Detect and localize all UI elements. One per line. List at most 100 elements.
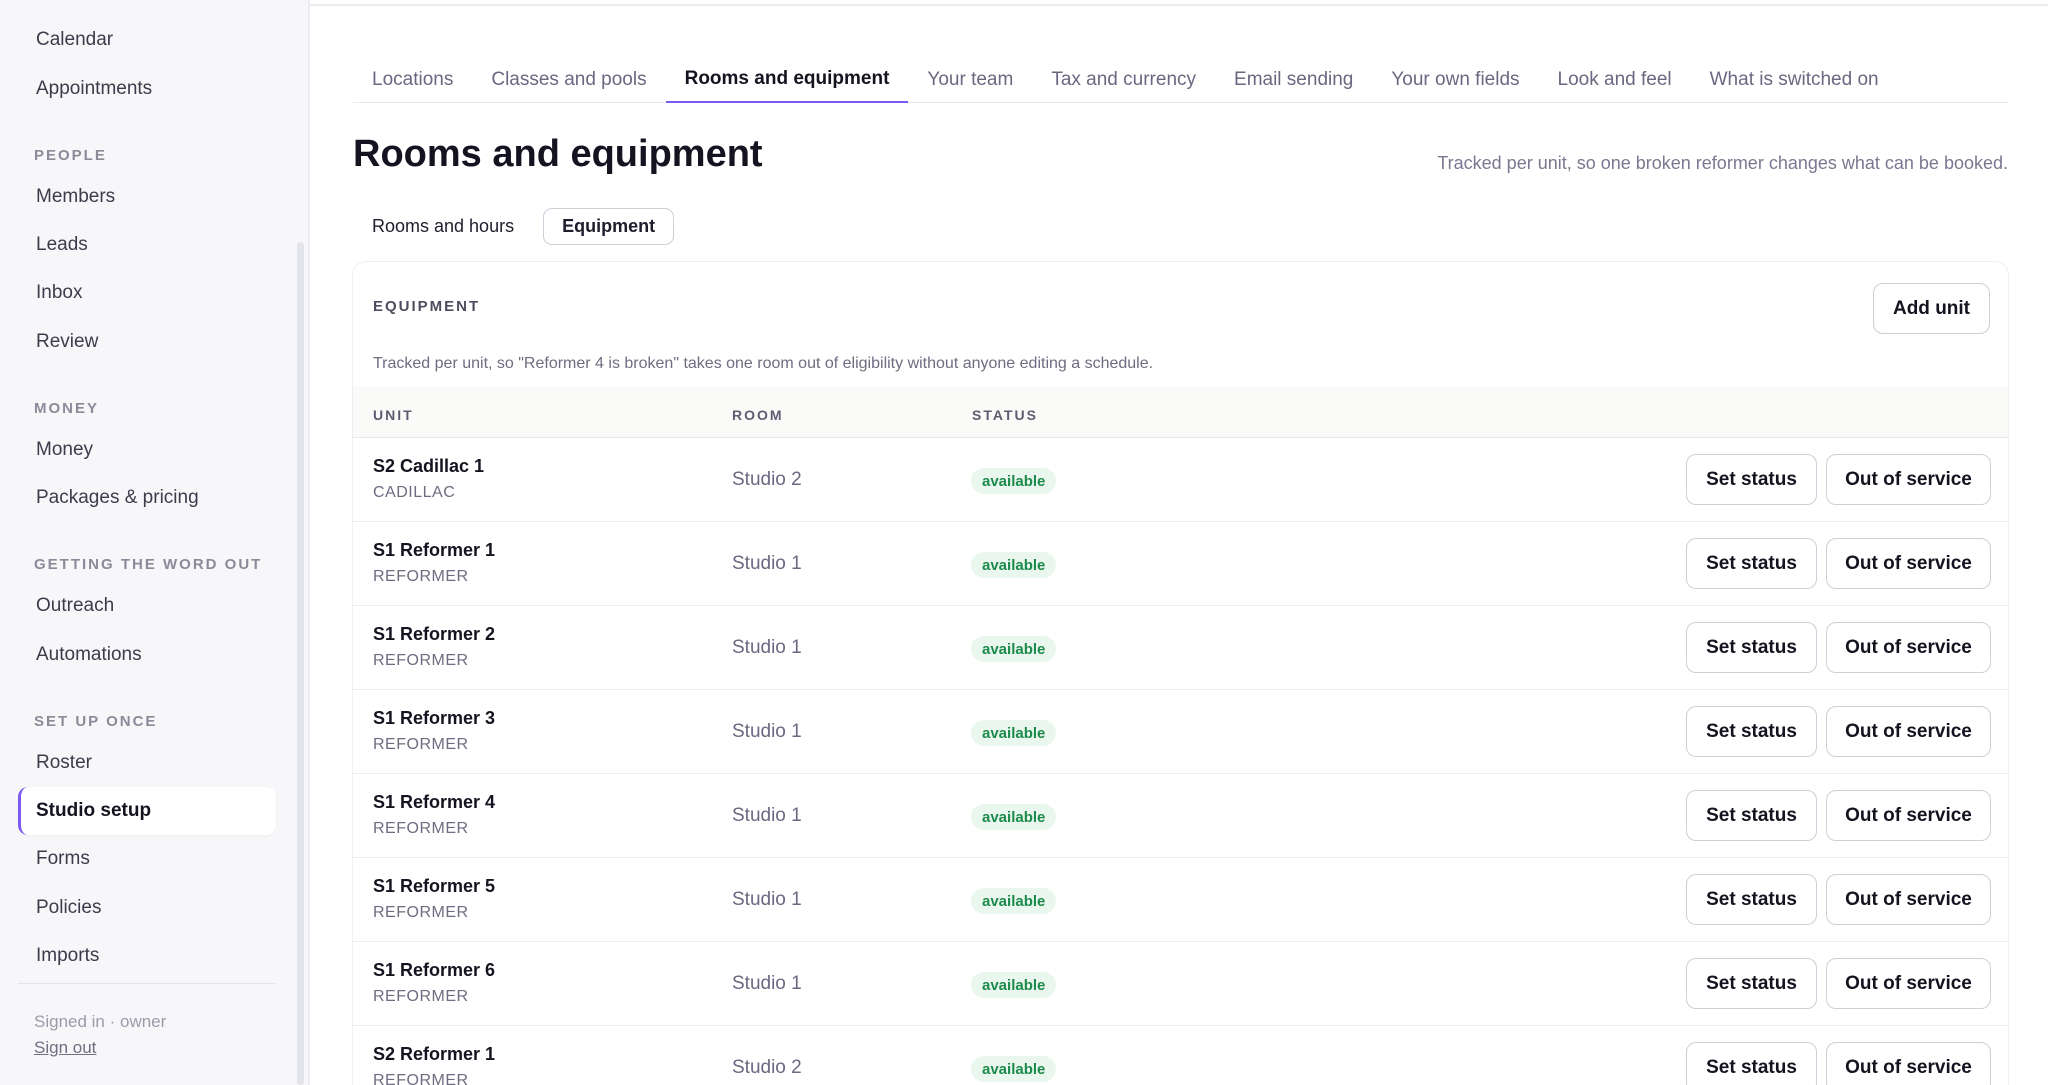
tab-tax-and-currency[interactable]: Tax and currency <box>1032 56 1215 103</box>
sidebar-divider <box>18 983 276 984</box>
add-unit-button[interactable]: Add unit <box>1873 283 1990 334</box>
out-of-service-button[interactable]: Out of service <box>1826 1042 1991 1085</box>
status-badge: available <box>971 1056 1057 1082</box>
unit-name: S1 Reformer 4 <box>373 792 496 812</box>
tab-look-and-feel[interactable]: Look and feel <box>1539 56 1691 103</box>
sidebar-item-roster[interactable]: Roster <box>18 739 276 787</box>
column-header-unit: UNIT <box>373 407 414 423</box>
status-badge: available <box>971 720 1057 746</box>
sidebar-item-calendar[interactable]: Calendar <box>18 16 276 64</box>
status-badge: available <box>971 468 1057 494</box>
status-badge: available <box>971 972 1057 998</box>
unit-room: Studio 2 <box>732 1057 802 1078</box>
subtab-rooms-and-hours[interactable]: Rooms and hours <box>353 208 533 245</box>
sidebar-item-automations[interactable]: Automations <box>18 631 276 679</box>
tab-your-team[interactable]: Your team <box>908 56 1032 103</box>
page-title: Rooms and equipment <box>353 133 763 175</box>
unit-type: REFORMER <box>373 1072 469 1085</box>
sidebar-item-leads[interactable]: Leads <box>18 221 276 269</box>
table-row: S2 Reformer 1 REFORMER Studio 2 available Se… <box>353 1026 2008 1085</box>
out-of-service-button[interactable]: Out of service <box>1826 706 1991 757</box>
sidebar: Calendar Appointments PEOPLE Members Lea… <box>0 0 310 1085</box>
status-badge: available <box>971 888 1057 914</box>
unit-room: Studio 1 <box>732 637 802 658</box>
unit-type: CADILLAC <box>373 484 456 501</box>
unit-type: REFORMER <box>373 904 469 921</box>
table-row: S1 Reformer 1 REFORMER Studio 1 available Se… <box>353 522 2008 606</box>
sidebar-item-outreach[interactable]: Outreach <box>18 582 276 630</box>
set-status-button[interactable]: Set status <box>1686 454 1817 505</box>
column-header-room: ROOM <box>732 407 784 423</box>
unit-type: REFORMER <box>373 820 469 837</box>
sidebar-item-members[interactable]: Members <box>18 173 276 221</box>
sidebar-item-studio-setup[interactable]: Studio setup <box>18 787 276 835</box>
table-row: S1 Reformer 6 REFORMER Studio 1 available Se… <box>353 942 2008 1026</box>
tab-email-sending[interactable]: Email sending <box>1215 56 1372 103</box>
sidebar-item-review[interactable]: Review <box>18 318 276 366</box>
unit-name: S2 Reformer 1 <box>373 1044 496 1064</box>
status-badge: available <box>971 552 1057 578</box>
table-row: S1 Reformer 2 REFORMER Studio 1 available Se… <box>353 606 2008 690</box>
unit-name: S1 Reformer 6 <box>373 960 496 980</box>
table-row: S2 Cadillac 1 CADILLAC Studio 2 available Se… <box>353 438 2008 522</box>
unit-room: Studio 1 <box>732 553 802 574</box>
sidebar-item-packages-pricing[interactable]: Packages & pricing <box>18 474 276 522</box>
set-status-button[interactable]: Set status <box>1686 538 1817 589</box>
sidebar-section-money: MONEY <box>34 400 100 417</box>
tab-locations[interactable]: Locations <box>353 56 472 103</box>
tab-your-own-fields[interactable]: Your own fields <box>1372 56 1538 103</box>
settings-tabs: Locations Classes and pools Rooms and eq… <box>353 56 2009 103</box>
unit-name: S1 Reformer 1 <box>373 540 496 560</box>
tab-classes-and-pools[interactable]: Classes and pools <box>472 56 665 103</box>
unit-room: Studio 1 <box>732 889 802 910</box>
out-of-service-button[interactable]: Out of service <box>1826 622 1991 673</box>
unit-type: REFORMER <box>373 988 469 1005</box>
set-status-button[interactable]: Set status <box>1686 1042 1817 1085</box>
out-of-service-button[interactable]: Out of service <box>1826 454 1991 505</box>
set-status-button[interactable]: Set status <box>1686 958 1817 1009</box>
equipment-panel: EQUIPMENT Add unit Tracked per unit, so … <box>352 261 2009 1085</box>
panel-description: Tracked per unit, so "Reformer 4 is brok… <box>373 355 1154 372</box>
sidebar-section-getting-the-word-out: GETTING THE WORD OUT <box>34 556 263 573</box>
subtab-equipment[interactable]: Equipment <box>543 208 675 245</box>
out-of-service-button[interactable]: Out of service <box>1826 790 1991 841</box>
sidebar-scrollbar[interactable] <box>297 242 304 1085</box>
unit-name: S2 Cadillac 1 <box>373 456 485 476</box>
unit-name: S1 Reformer 3 <box>373 708 496 728</box>
set-status-button[interactable]: Set status <box>1686 706 1817 757</box>
sidebar-item-forms[interactable]: Forms <box>18 835 276 883</box>
tab-rooms-and-equipment[interactable]: Rooms and equipment <box>665 56 909 103</box>
out-of-service-button[interactable]: Out of service <box>1826 958 1991 1009</box>
set-status-button[interactable]: Set status <box>1686 622 1817 673</box>
sidebar-item-inbox[interactable]: Inbox <box>18 269 276 317</box>
unit-name: S1 Reformer 5 <box>373 876 496 896</box>
panel-label: EQUIPMENT <box>373 298 481 315</box>
table-row: S1 Reformer 3 REFORMER Studio 1 available Se… <box>353 690 2008 774</box>
table-row: S1 Reformer 4 REFORMER Studio 1 available Se… <box>353 774 2008 858</box>
sidebar-item-appointments[interactable]: Appointments <box>18 65 276 113</box>
sign-out-link[interactable]: Sign out <box>34 1038 96 1058</box>
top-border <box>310 0 2048 6</box>
sidebar-item-imports[interactable]: Imports <box>18 932 276 980</box>
column-header-status: STATUS <box>972 407 1038 423</box>
out-of-service-button[interactable]: Out of service <box>1826 538 1991 589</box>
table-header: UNIT ROOM STATUS <box>353 387 2008 438</box>
sidebar-section-people: PEOPLE <box>34 147 107 164</box>
unit-name: S1 Reformer 2 <box>373 624 496 644</box>
status-badge: available <box>971 804 1057 830</box>
equipment-table-body: S2 Cadillac 1 CADILLAC Studio 2 available Se… <box>353 438 2008 1085</box>
set-status-button[interactable]: Set status <box>1686 790 1817 841</box>
out-of-service-button[interactable]: Out of service <box>1826 874 1991 925</box>
sidebar-item-money[interactable]: Money <box>18 426 276 474</box>
tab-what-is-switched-on[interactable]: What is switched on <box>1691 56 1898 103</box>
unit-room: Studio 1 <box>732 721 802 742</box>
unit-room: Studio 1 <box>732 805 802 826</box>
sidebar-section-set-up-once: SET UP ONCE <box>34 713 158 730</box>
set-status-button[interactable]: Set status <box>1686 874 1817 925</box>
unit-room: Studio 1 <box>732 973 802 994</box>
subtabs: Rooms and hours Equipment <box>353 208 675 245</box>
unit-type: REFORMER <box>373 652 469 669</box>
sidebar-item-policies[interactable]: Policies <box>18 884 276 932</box>
unit-type: REFORMER <box>373 736 469 753</box>
unit-room: Studio 2 <box>732 469 802 490</box>
